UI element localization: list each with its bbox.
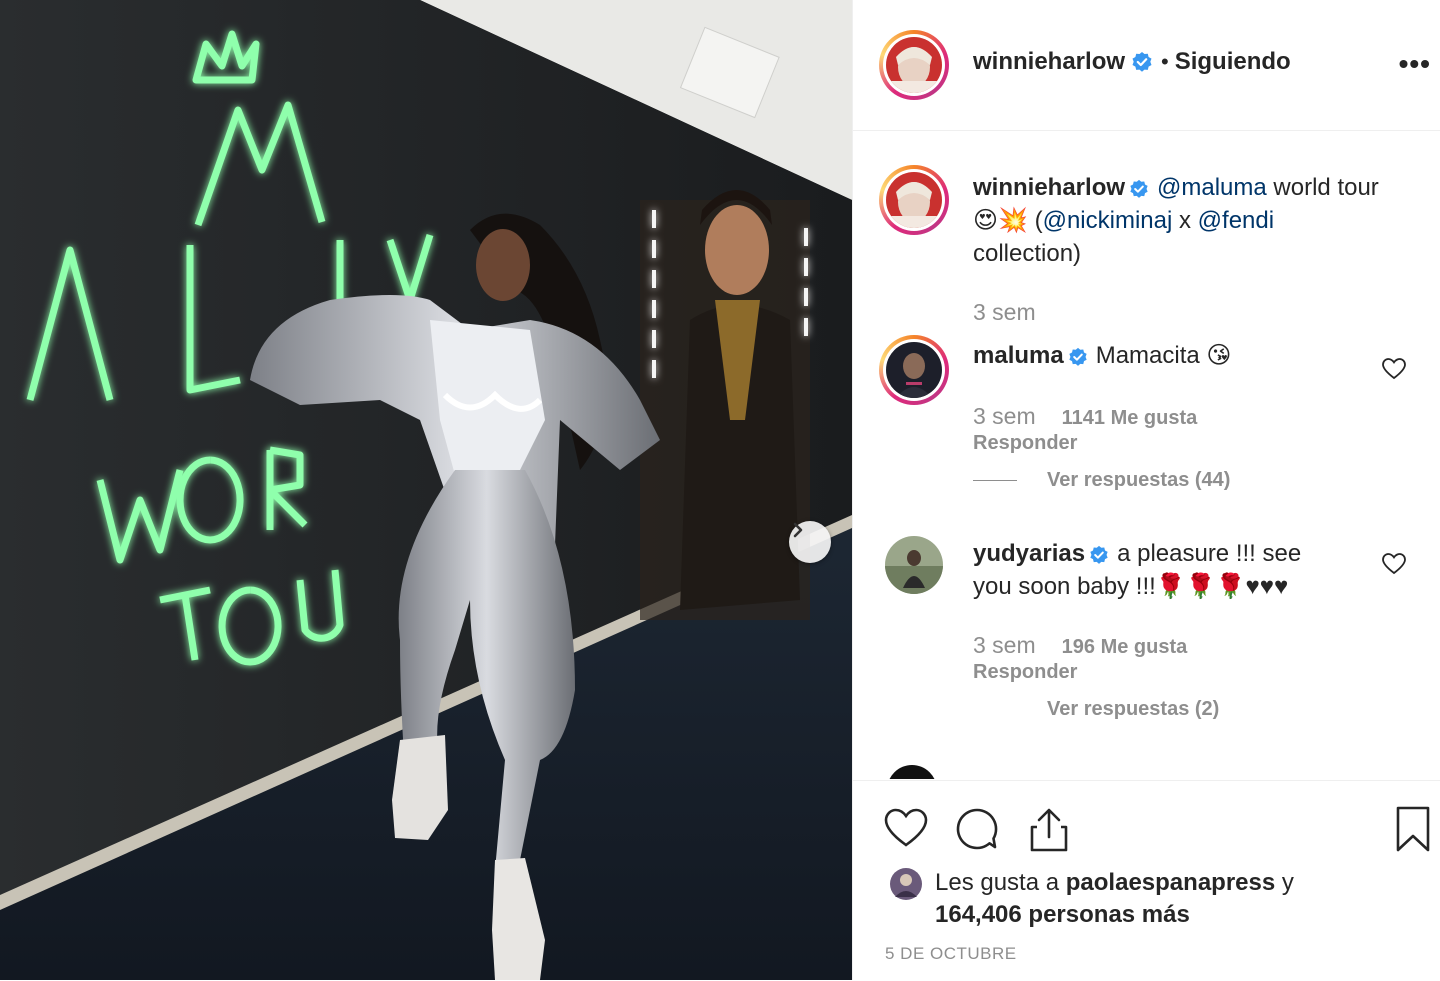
comment-avatar-yudyarias[interactable] (885, 536, 943, 594)
like-heart-icon[interactable] (883, 807, 929, 849)
comment-username-yudyarias[interactable]: yudyarias (973, 540, 1085, 567)
liker-username[interactable]: paolaespanapress (1066, 869, 1275, 896)
reply-button-yudyarias[interactable]: Responder (973, 661, 1077, 684)
verified-badge-icon (1130, 179, 1148, 198)
likes-and: y (1281, 869, 1294, 896)
header-username[interactable]: winnieharlow (973, 48, 1125, 76)
view-replies-yudyarias[interactable]: Ver respuestas (2) (973, 698, 1219, 721)
next-photo-button[interactable] (789, 521, 831, 563)
like-comment-heart-icon[interactable] (1381, 552, 1407, 576)
caption-emojis: 😍💥 (973, 207, 1028, 234)
comment-likes-maluma[interactable]: 1141 Me gusta (1062, 407, 1198, 429)
post-photo[interactable] (0, 0, 852, 980)
maluma-avatar-image (886, 342, 942, 398)
caption-open-paren: ( (1034, 207, 1043, 234)
likes-summary: Les gusta a paolaespanapress y 164,406 p… (889, 867, 1294, 931)
likes-count[interactable]: 164,406 personas más (935, 901, 1190, 928)
author-avatar-image (886, 37, 942, 93)
yudyarias-avatar-image (885, 536, 943, 594)
comments-list[interactable]: winnieharlow @maluma world tour 😍💥 (@nic… (853, 131, 1440, 779)
post-header: winnieharlow • Siguiendo ••• (853, 0, 1440, 131)
mention-fendi[interactable]: @fendi (1198, 207, 1274, 234)
post-actions: Les gusta a paolaespanapress y 164,406 p… (853, 780, 1440, 981)
comment-likes-yudyarias[interactable]: 196 Me gusta (1062, 636, 1188, 658)
comment-time-yudyarias[interactable]: 3 sem (973, 632, 1036, 658)
author-avatar[interactable] (879, 30, 949, 100)
more-options-button[interactable]: ••• (1399, 48, 1431, 80)
following-button[interactable]: Siguiendo (1175, 48, 1291, 76)
caption-text: winnieharlow @maluma world tour 😍💥 (@nic… (973, 171, 1413, 270)
verified-badge-icon (1132, 52, 1152, 72)
bookmark-icon[interactable] (1395, 805, 1431, 853)
verified-badge-icon (1069, 347, 1087, 366)
like-comment-heart-icon[interactable] (1381, 357, 1407, 381)
verified-badge-icon (1090, 545, 1108, 564)
caption-x: x (1178, 207, 1191, 234)
caption-avatar[interactable] (879, 165, 949, 235)
comment-bubble-icon[interactable] (955, 807, 999, 851)
replies-divider-line (973, 480, 1017, 481)
chevron-right-icon (793, 522, 803, 538)
comment-maluma: maluma Mamacita 😘 (973, 339, 1413, 372)
caption-meta: 3 sem (973, 299, 1062, 326)
comment-time-maluma[interactable]: 3 sem (973, 403, 1036, 429)
comment-avatar-maluma[interactable] (879, 335, 949, 405)
comment-meta-yudyarias: 3 sem 196 Me gusta (973, 632, 1187, 659)
photo-scene (0, 0, 852, 980)
mention-nickiminaj[interactable]: @nickiminaj (1043, 207, 1173, 234)
view-replies-label-yudyarias[interactable]: Ver respuestas (2) (1047, 698, 1219, 721)
header-name-row: winnieharlow • Siguiendo (973, 48, 1291, 76)
caption-text-1: world tour (1273, 174, 1379, 201)
view-replies-label-maluma[interactable]: Ver respuestas (44) (1047, 469, 1230, 492)
comment-avatar-next[interactable] (887, 765, 937, 779)
caption-username[interactable]: winnieharlow (973, 174, 1125, 201)
header-separator: • (1161, 49, 1169, 74)
share-icon[interactable] (1029, 807, 1069, 853)
view-replies-maluma[interactable]: Ver respuestas (44) (973, 469, 1230, 492)
liker-avatar-icon[interactable] (889, 867, 923, 901)
comment-text-maluma: Mamacita 😘 (1095, 342, 1232, 369)
caption-time[interactable]: 3 sem (973, 299, 1036, 325)
caption-avatar-image (886, 172, 942, 228)
caption-text-2: collection) (973, 240, 1082, 267)
comment-yudyarias: yudyarias a pleasure !!! see you soon ba… (973, 537, 1323, 603)
post-side-panel: winnieharlow • Siguiendo ••• winnieharlo… (852, 0, 1440, 980)
likes-text: Les gusta a paolaespanapress y 164,406 p… (935, 867, 1294, 931)
comment-meta-maluma: 3 sem 1141 Me gusta (973, 403, 1197, 430)
reply-button-maluma[interactable]: Responder (973, 432, 1077, 455)
mention-maluma[interactable]: @maluma (1157, 174, 1267, 201)
comment-username-maluma[interactable]: maluma (973, 342, 1064, 369)
likes-prefix: Les gusta a (935, 869, 1060, 896)
post-date[interactable]: 5 DE OCTUBRE (885, 944, 1017, 964)
